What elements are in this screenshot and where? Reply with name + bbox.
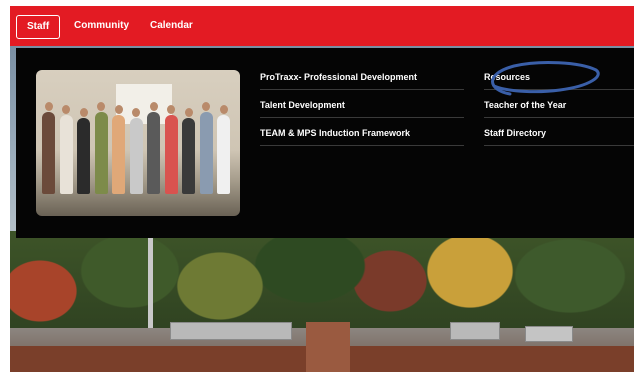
menu-divider <box>484 145 634 146</box>
menu-link-induction-framework[interactable]: TEAM & MPS Induction Framework <box>260 126 464 140</box>
rooftop-unit <box>170 322 292 340</box>
photo-person <box>59 115 73 194</box>
nav-item-community[interactable]: Community <box>74 17 129 35</box>
menu-link-protraxx[interactable]: ProTraxx- Professional Development <box>260 70 464 84</box>
nav-item-staff[interactable]: Staff <box>16 15 61 39</box>
main-navigation-bar: Staff Community Calendar <box>10 6 634 46</box>
photo-person-head <box>219 105 228 114</box>
photo-person-head <box>149 102 158 111</box>
photo-person-head <box>62 105 70 114</box>
menu-divider <box>260 89 464 90</box>
menu-divider <box>260 117 464 118</box>
menu-link-talent-development[interactable]: Talent Development <box>260 98 464 112</box>
photo-person <box>199 112 213 194</box>
menu-divider <box>484 117 634 118</box>
photo-person-head <box>44 102 53 111</box>
menu-link-staff-directory[interactable]: Staff Directory <box>484 126 634 140</box>
photo-person <box>182 118 195 194</box>
photo-person <box>112 115 125 194</box>
staff-group-photo <box>36 70 240 216</box>
photo-person <box>164 115 178 194</box>
photo-person <box>217 115 230 194</box>
photo-person <box>129 118 143 194</box>
nav-item-calendar[interactable]: Calendar <box>150 17 193 35</box>
menu-divider <box>260 145 464 146</box>
photo-person <box>42 112 55 194</box>
chimney <box>306 322 350 372</box>
photo-person <box>94 112 108 194</box>
photo-person-head <box>167 105 175 114</box>
photo-person <box>147 112 160 194</box>
photo-person-head <box>132 108 140 117</box>
browser-viewport: Staff Community Calendar ProTraxx- Profe… <box>10 6 634 372</box>
hand-drawn-circle-annotation <box>491 61 600 96</box>
photo-person-head <box>97 102 105 111</box>
photo-person <box>77 118 90 194</box>
photo-person-head <box>184 108 193 117</box>
photo-person-head <box>202 102 210 111</box>
photo-person-head <box>79 108 88 117</box>
rooftop-unit <box>525 326 573 342</box>
photo-person-head <box>114 105 123 114</box>
rooftop-unit <box>450 322 500 340</box>
